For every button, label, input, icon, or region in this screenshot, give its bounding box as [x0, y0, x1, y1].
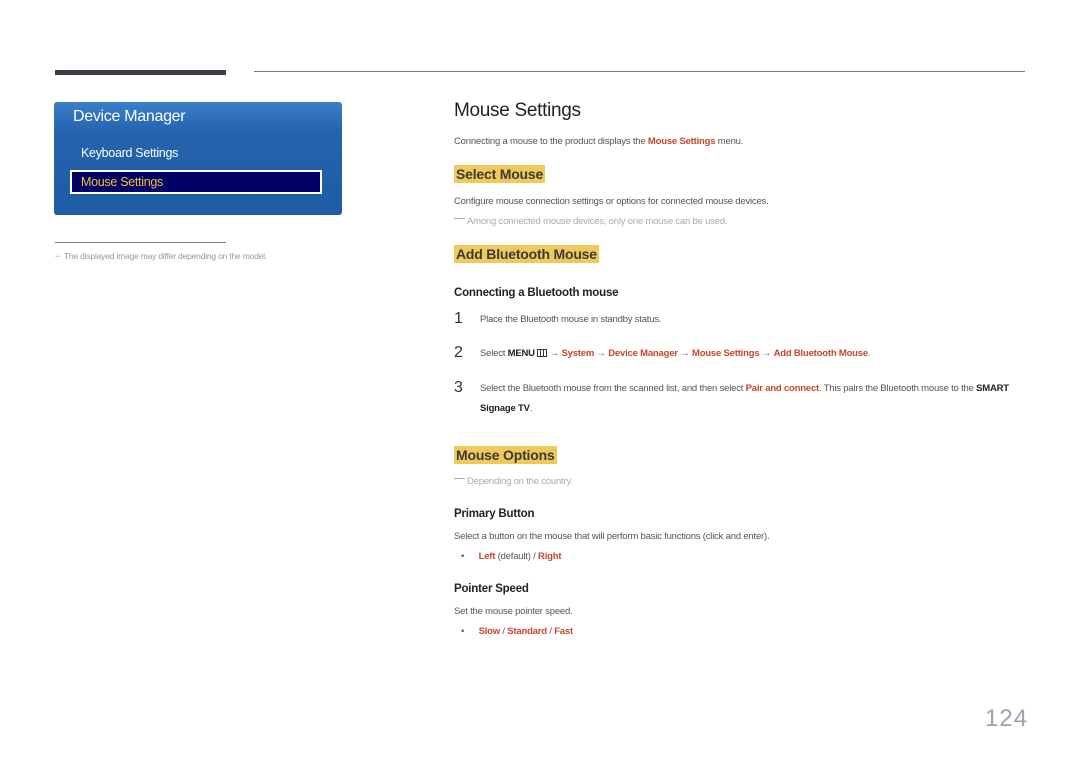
pointer-speed-description: Set the mouse pointer speed. — [454, 606, 573, 617]
path-system: System — [561, 348, 595, 359]
option-separator: (default) / — [495, 551, 539, 562]
intro-before: Connecting a mouse to the product displa… — [454, 136, 648, 147]
step-prefix: Select — [480, 348, 508, 359]
step-text: Select MENU → System → Device Manager → … — [480, 344, 1030, 364]
intro-text: Connecting a mouse to the product displa… — [454, 136, 743, 147]
footnote-divider — [55, 242, 226, 243]
bullet: • — [461, 551, 465, 562]
footnote-marker: − — [55, 251, 60, 261]
step-text: Place the Bluetooth mouse in standby sta… — [480, 314, 662, 325]
primary-button-options: • Left (default) / Right — [454, 551, 562, 562]
select-mouse-description: Configure mouse connection settings or o… — [454, 196, 769, 207]
menu-keyword: MENU — [507, 348, 535, 359]
step-number: 2 — [454, 344, 463, 361]
option-slow: Slow — [478, 626, 501, 637]
arrow: → — [677, 348, 692, 359]
device-manager-menu: Device Manager Keyboard Settings Mouse S… — [54, 102, 342, 215]
select-mouse-heading: Select Mouse — [454, 165, 546, 183]
intro-after: menu. — [715, 136, 744, 147]
connecting-bluetooth-subheading: Connecting a Bluetooth mouse — [454, 287, 619, 299]
note-text: Among connected mouse devices, only one … — [467, 216, 728, 227]
menu-item-label: Mouse Settings — [81, 175, 163, 189]
page-title: Mouse Settings — [454, 100, 581, 121]
note-dash-icon — [454, 478, 465, 479]
path-mouse-settings: Mouse Settings — [692, 348, 760, 359]
primary-button-description: Select a button on the mouse that will p… — [454, 531, 770, 542]
path-add-bluetooth-mouse: Add Bluetooth Mouse — [773, 348, 869, 359]
footnote-text: The displayed image may differ depending… — [63, 251, 268, 261]
header-rule-thin — [254, 71, 1025, 72]
arrow: → — [759, 348, 774, 359]
option-standard: Standard — [507, 626, 547, 637]
intro-highlight: Mouse Settings — [647, 136, 716, 147]
menu-title: Device Manager — [73, 108, 186, 125]
note-dash-icon — [454, 218, 465, 219]
step-number: 1 — [454, 310, 463, 327]
bullet: • — [461, 626, 465, 637]
option-left: Left — [478, 551, 496, 562]
model-footnote: − The displayed image may differ dependi… — [55, 251, 267, 261]
pointer-speed-options: • Slow / Standard / Fast — [454, 626, 573, 637]
menu-item-keyboard-settings[interactable]: Keyboard Settings — [81, 146, 178, 160]
primary-button-heading: Primary Button — [454, 508, 535, 520]
menu-item-mouse-settings[interactable]: Mouse Settings — [70, 170, 322, 194]
mouse-options-heading: Mouse Options — [454, 446, 557, 464]
path-device-manager: Device Manager — [608, 348, 678, 359]
step-before: Select the Bluetooth mouse from the scan… — [480, 383, 746, 394]
menu-icon — [537, 349, 548, 357]
note-text: Depending on the country. — [467, 476, 573, 487]
step-after: . — [529, 403, 533, 414]
arrow: → — [594, 348, 609, 359]
page-number: 124 — [985, 705, 1029, 732]
step-middle: . This pairs the Bluetooth mouse to the — [819, 383, 977, 394]
mouse-options-note: Depending on the country. — [454, 476, 573, 487]
option-fast: Fast — [554, 626, 573, 637]
select-mouse-note: Among connected mouse devices, only one … — [454, 216, 728, 227]
add-bluetooth-heading: Add Bluetooth Mouse — [454, 245, 599, 263]
step-number: 3 — [454, 379, 463, 396]
pointer-speed-heading: Pointer Speed — [454, 583, 529, 595]
step-suffix: . — [867, 348, 871, 359]
header-rule-thick — [55, 70, 226, 75]
pair-and-connect: Pair and connect — [745, 383, 820, 394]
step-text: Select the Bluetooth mouse from the scan… — [480, 379, 1030, 419]
option-right: Right — [538, 551, 562, 562]
arrow: → — [547, 348, 562, 359]
